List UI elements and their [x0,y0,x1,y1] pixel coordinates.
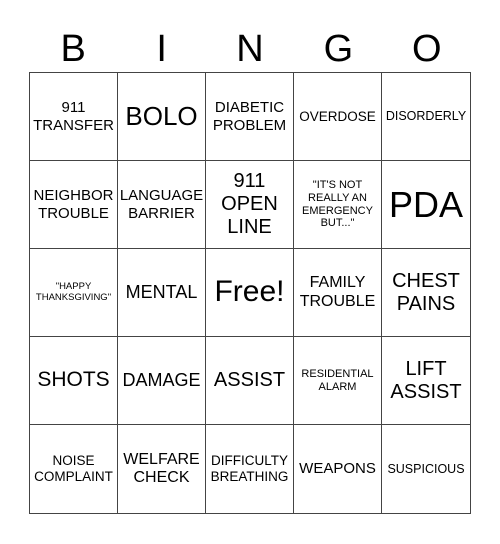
header-letter-o: O [412,28,442,70]
free-space[interactable]: Free! [206,249,294,337]
bingo-cell[interactable]: NOISE COMPLAINT [30,425,118,513]
bingo-cell[interactable]: 911 TRANSFER [30,73,118,161]
bingo-cell[interactable]: RESIDENTIAL ALARM [294,337,382,425]
bingo-cell[interactable]: SHOTS [30,337,118,425]
header-letter-g: G [323,28,354,70]
bingo-cell[interactable]: "HAPPY THANKSGIVING" [30,249,118,337]
bingo-cell[interactable]: ASSIST [206,337,294,425]
bingo-cell[interactable]: WEAPONS [294,425,382,513]
bingo-cell[interactable]: DIABETIC PROBLEM [206,73,294,161]
bingo-cell[interactable]: 911 OPEN LINE [206,161,294,249]
bingo-cell[interactable]: FAMILY TROUBLE [294,249,382,337]
bingo-cell[interactable]: BOLO [118,73,206,161]
bingo-header: B I N G O [29,26,471,72]
bingo-cell[interactable]: OVERDOSE [294,73,382,161]
bingo-cell[interactable]: NEIGHBOR TROUBLE [30,161,118,249]
header-letter-n: N [236,28,264,70]
bingo-cell[interactable]: DIFFICULTY BREATHING [206,425,294,513]
bingo-cell[interactable]: WELFARE CHECK [118,425,206,513]
bingo-cell[interactable]: LIFT ASSIST [382,337,470,425]
bingo-cell[interactable]: "IT'S NOT REALLY AN EMERGENCY BUT..." [294,161,382,249]
bingo-cell[interactable]: LANGUAGE BARRIER [118,161,206,249]
bingo-cell[interactable]: DAMAGE [118,337,206,425]
bingo-cell[interactable]: CHEST PAINS [382,249,470,337]
bingo-grid: 911 TRANSFER BOLO DIABETIC PROBLEM OVERD… [29,72,471,514]
bingo-cell[interactable]: SUSPICIOUS [382,425,470,513]
bingo-cell[interactable]: PDA [382,161,470,249]
header-letter-b: B [60,28,86,70]
bingo-cell[interactable]: MENTAL [118,249,206,337]
bingo-cell[interactable]: DISORDERLY [382,73,470,161]
header-letter-i: I [156,28,167,70]
